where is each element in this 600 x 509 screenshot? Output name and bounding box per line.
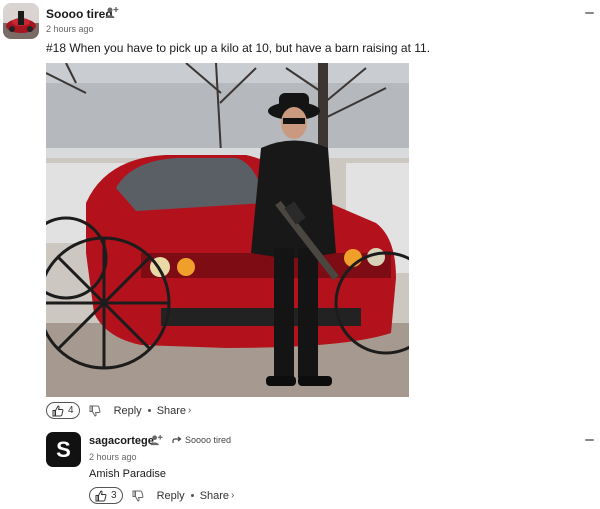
comment-actions: 3 Reply Share ›	[89, 487, 234, 504]
comment-author-name[interactable]: sagacortege	[89, 435, 154, 447]
thumbs-up-icon	[95, 489, 107, 501]
separator-dot	[147, 409, 151, 412]
comment-timestamp: 2 hours ago	[89, 452, 137, 462]
avatar-image	[3, 3, 39, 39]
comment-text: Amish Paradise	[89, 468, 167, 480]
reply-button[interactable]: Reply	[157, 490, 185, 502]
post-text: #18 When you have to pick up a kilo at 1…	[46, 41, 431, 55]
post-author-avatar[interactable]	[3, 3, 39, 39]
like-button[interactable]: 4	[46, 402, 80, 419]
comment-author-avatar[interactable]: S	[46, 432, 81, 467]
chevron-right-icon: ›	[231, 490, 235, 501]
chevron-right-icon: ›	[188, 405, 192, 416]
thumbs-up-icon	[52, 404, 64, 416]
car-photo	[46, 63, 409, 397]
thumbs-down-icon[interactable]	[89, 405, 101, 417]
post-author-name[interactable]: Soooo tired	[46, 7, 113, 21]
reply-to-indicator[interactable]: Soooo tired	[172, 435, 231, 445]
collapse-icon[interactable]	[585, 439, 594, 441]
like-button[interactable]: 3	[89, 487, 123, 504]
reply-to-name: Soooo tired	[185, 435, 232, 445]
follow-user-icon[interactable]	[105, 6, 119, 19]
share-label: Share	[199, 489, 230, 502]
post-actions: 4 Reply Share ›	[46, 402, 191, 419]
separator-dot	[190, 494, 194, 497]
reply-button[interactable]: Reply	[114, 405, 142, 417]
share-button[interactable]: Share ›	[200, 490, 235, 502]
share-label: Share	[156, 404, 187, 417]
post-timestamp: 2 hours ago	[46, 24, 94, 34]
like-count: 3	[111, 490, 117, 501]
thumbs-down-icon[interactable]	[132, 490, 144, 502]
reply-arrow-icon	[172, 436, 182, 443]
post-image[interactable]	[46, 63, 409, 397]
share-button[interactable]: Share ›	[157, 405, 192, 417]
like-count: 4	[68, 405, 74, 416]
follow-user-icon[interactable]	[150, 434, 163, 446]
collapse-icon[interactable]	[585, 12, 594, 14]
